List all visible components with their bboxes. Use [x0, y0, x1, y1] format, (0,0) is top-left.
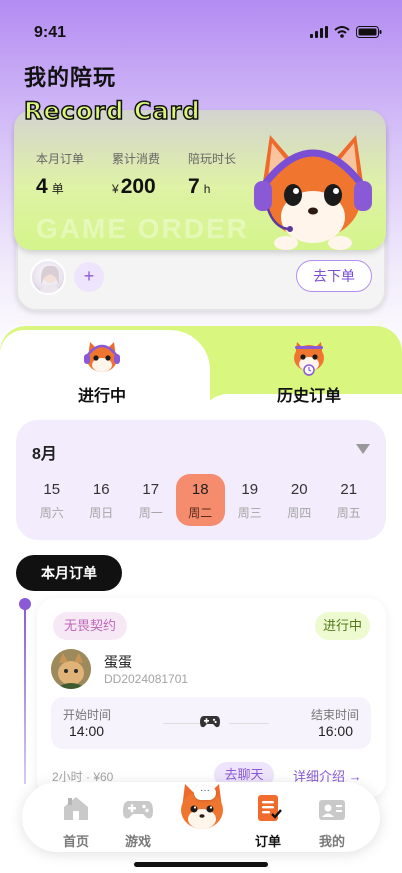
nav-label: 首页 [62, 834, 89, 849]
date-picker: 8月 15 周六 16 周日 17 周一 18 周二 19 周三 20 周四 2… [16, 420, 386, 540]
gamepad-icon [200, 716, 220, 728]
card-bottom-row: + 去下单 [30, 259, 372, 295]
day-item[interactable]: 19 周三 [225, 474, 275, 526]
tab-in-progress[interactable]: 进行中 [78, 382, 126, 406]
day-item-selected[interactable]: 18 周二 [175, 474, 225, 526]
avatar-icon [39, 265, 61, 293]
stats-row: 本月订单 4 单 累计消费 ¥ 200 陪玩时长 7 h [36, 150, 264, 199]
game-tag: 无畏契约 [53, 612, 128, 640]
page-title: 我的陪玩 [24, 65, 117, 90]
stat-value: 4 [36, 175, 48, 198]
home-icon [64, 797, 88, 820]
gamepad-icon [123, 801, 153, 819]
month-dropdown-icon[interactable] [356, 444, 370, 454]
stat-unit: 单 [51, 182, 64, 196]
record-card-title: Record Card [23, 96, 201, 126]
day-number: 21 [340, 481, 358, 498]
nav-games[interactable]: 游戏 [114, 792, 162, 850]
day-weekday: 周一 [138, 506, 163, 520]
time-divider [229, 723, 269, 724]
status-icons [310, 26, 382, 38]
nav-orders[interactable]: 订单 [244, 792, 292, 850]
nav-profile[interactable]: 我的 [308, 792, 356, 850]
status-bar: 9:41 [0, 0, 402, 60]
fox-history-icon [294, 342, 324, 376]
day-item[interactable]: 20 周四 [275, 474, 325, 526]
nav-label: 我的 [318, 834, 345, 849]
time-range: 开始时间 14:00 结束时间 16:00 [51, 697, 371, 749]
tab-history[interactable]: 历史订单 [277, 382, 341, 406]
month-label: 8月 [32, 446, 57, 463]
section-title: 本月订单 [16, 555, 122, 591]
nav-home[interactable]: 首页 [52, 792, 100, 850]
home-indicator [134, 862, 268, 867]
stat-label: 本月订单 [36, 152, 85, 166]
day-number: 16 [92, 481, 110, 498]
order-id: DD2024081701 [104, 672, 189, 686]
player-avatar-icon [51, 649, 91, 689]
status-badge: 进行中 [314, 612, 370, 640]
order-card[interactable]: 无畏契约 进行中 蛋蛋 DD2024081701 开始时间 14:00 结束时间… [37, 598, 386, 798]
stat-monthly-orders: 本月订单 4 单 [36, 150, 112, 199]
day-weekday: 周二 [188, 506, 213, 520]
stat-prefix: ¥ [112, 182, 119, 196]
day-number: 15 [43, 481, 61, 498]
day-item[interactable]: 17 周一 [126, 474, 176, 526]
signal-icon [310, 26, 328, 38]
timeline-dot [19, 598, 31, 610]
order-tabs: 进行中 历史订单 [0, 326, 402, 434]
avatar[interactable] [30, 259, 66, 295]
day-item[interactable]: 21 周五 [324, 474, 374, 526]
day-item[interactable]: 15 周六 [27, 474, 77, 526]
order-icon [258, 795, 282, 821]
nav-label: 订单 [254, 834, 281, 849]
stat-label: 累计消费 [112, 152, 161, 166]
day-number: 19 [241, 481, 259, 498]
day-item[interactable]: 16 周日 [77, 474, 127, 526]
status-time: 9:41 [34, 24, 67, 41]
day-weekday: 周六 [39, 506, 64, 520]
start-time-label: 开始时间 [63, 708, 112, 722]
fox-headset-icon [84, 342, 120, 372]
day-number: 18 [191, 481, 209, 498]
battery-icon [356, 26, 382, 38]
day-number: 17 [142, 481, 160, 498]
stat-unit: h [203, 182, 211, 196]
timeline-line [24, 604, 26, 784]
end-time-label: 结束时间 [310, 708, 359, 722]
day-weekday: 周日 [89, 506, 114, 520]
start-time: 14:00 [69, 723, 105, 739]
time-divider [163, 723, 203, 724]
chat-bubble-icon: ··· [194, 786, 216, 800]
add-companion-button[interactable]: + [74, 262, 104, 292]
nav-label: 游戏 [124, 834, 151, 849]
player-avatar[interactable] [51, 649, 91, 689]
day-weekday: 周四 [287, 506, 312, 520]
stat-value: 7 [188, 175, 200, 198]
stat-value-row: ¥ 200 [112, 175, 188, 199]
profile-icon [319, 800, 345, 820]
stat-total-spend: 累计消费 ¥ 200 [112, 150, 188, 199]
card-watermark: GAME ORDER [36, 213, 249, 244]
day-number: 20 [290, 481, 308, 498]
day-weekday: 周三 [237, 506, 262, 520]
wifi-icon [334, 26, 350, 38]
day-list: 15 周六 16 周日 17 周一 18 周二 19 周三 20 周四 21 周… [27, 474, 374, 526]
stat-value: 200 [120, 175, 156, 198]
fox-mascot-icon [254, 135, 372, 250]
end-time: 16:00 [317, 723, 353, 739]
day-weekday: 周五 [336, 506, 361, 520]
player-name: 蛋蛋 [104, 654, 132, 670]
stat-value-row: 4 单 [36, 175, 112, 199]
place-order-button[interactable]: 去下单 [296, 260, 372, 292]
